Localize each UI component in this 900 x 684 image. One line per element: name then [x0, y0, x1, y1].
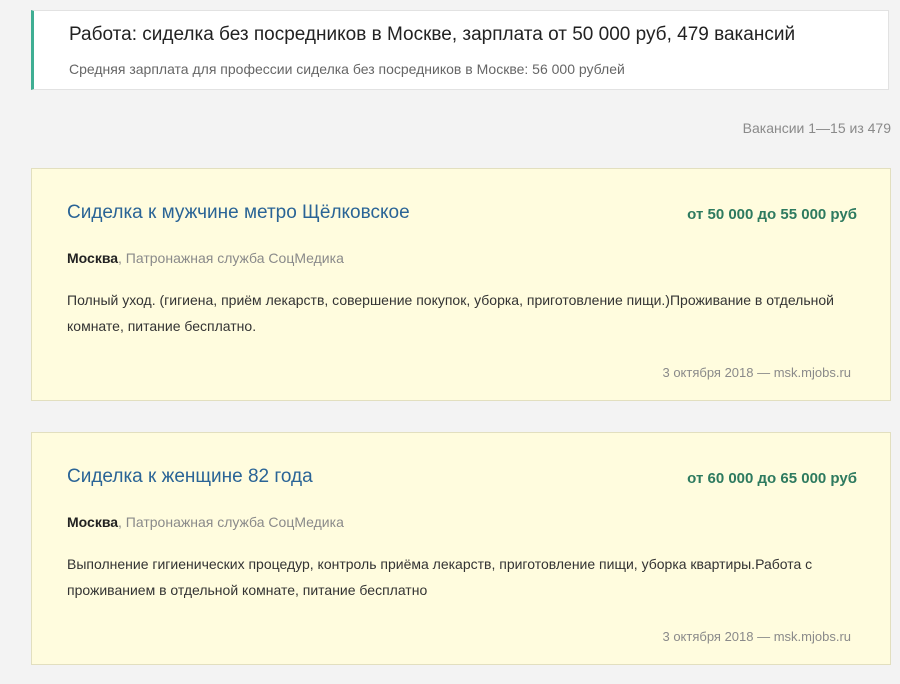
- vacancy-salary: от 50 000 до 55 000 руб: [687, 206, 857, 223]
- vacancy-salary: от 60 000 до 65 000 руб: [687, 470, 857, 487]
- vacancy-meta: Москва, Патронажная служба СоцМедика: [67, 514, 344, 530]
- vacancy-company: , Патронажная служба СоцМедика: [118, 514, 344, 530]
- vacancy-date-source: 3 октября 2018 — msk.mjobs.ru: [662, 365, 851, 380]
- vacancy-date-source: 3 октября 2018 — msk.mjobs.ru: [662, 629, 851, 644]
- vacancy-meta: Москва, Патронажная служба СоцМедика: [67, 250, 344, 266]
- search-summary-box: Работа: сиделка без посредников в Москве…: [31, 10, 889, 90]
- vacancy-city: Москва: [67, 514, 119, 530]
- vacancy-counter: Вакансии 1—15 из 479: [742, 120, 891, 136]
- vacancy-description: Полный уход. (гигиена, приём лекарств, с…: [67, 292, 834, 334]
- average-salary-text: Средняя зарплата для профессии сиделка б…: [69, 61, 625, 77]
- vacancy-title-link[interactable]: Сиделка к женщине 82 года: [67, 466, 313, 488]
- vacancy-description: Выполнение гигиенических процедур, контр…: [67, 556, 813, 598]
- vacancy-title-link[interactable]: Сиделка к мужчине метро Щёлковское: [67, 202, 410, 224]
- page: Работа: сиделка без посредников в Москве…: [0, 0, 900, 684]
- page-title: Работа: сиделка без посредников в Москве…: [69, 24, 796, 45]
- vacancy-company: , Патронажная служба СоцМедика: [118, 250, 344, 266]
- vacancy-card: Сиделка к мужчине метро Щёлковское от 50…: [31, 168, 891, 401]
- vacancy-card: Сиделка к женщине 82 года от 60 000 до 6…: [31, 432, 891, 665]
- vacancy-city: Москва: [67, 250, 119, 266]
